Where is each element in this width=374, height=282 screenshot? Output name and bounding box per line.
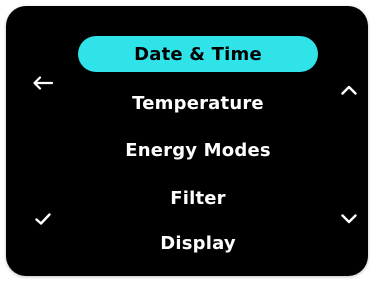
menu-item-date-time[interactable]: Date & Time — [78, 36, 318, 72]
menu-item-energy-modes[interactable]: Energy Modes — [78, 132, 318, 168]
settings-menu: Date & Time Temperature Energy Modes Fil… — [6, 6, 368, 276]
device-screen: Date & Time Temperature Energy Modes Fil… — [6, 6, 368, 276]
menu-item-display[interactable]: Display — [78, 225, 318, 261]
menu-item-filter[interactable]: Filter — [78, 180, 318, 216]
menu-item-temperature[interactable]: Temperature — [78, 85, 318, 121]
